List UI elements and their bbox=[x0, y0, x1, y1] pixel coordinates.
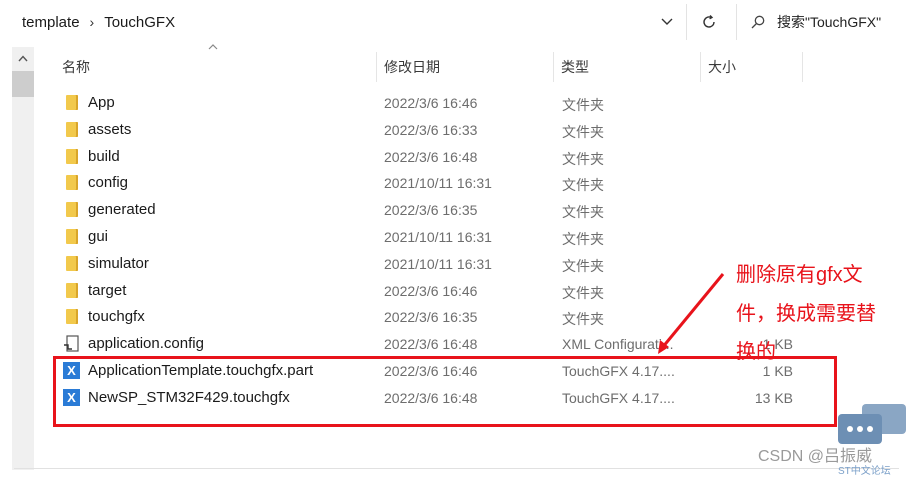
file-date: 2021/10/11 16:31 bbox=[384, 175, 492, 192]
file-type: 文件夹 bbox=[562, 177, 604, 194]
column-header-name[interactable]: 名称 bbox=[62, 52, 374, 82]
file-name: simulator bbox=[88, 254, 149, 272]
folder-icon bbox=[63, 201, 81, 219]
refresh-icon bbox=[702, 15, 715, 28]
file-name: assets bbox=[88, 120, 132, 138]
folder-icon bbox=[63, 121, 81, 139]
file-date: 2022/3/6 16:35 bbox=[384, 309, 478, 326]
folder-icon bbox=[63, 255, 81, 273]
column-header-size-label: 大小 bbox=[708, 59, 736, 75]
column-divider[interactable] bbox=[553, 52, 554, 82]
file-name: application.config bbox=[88, 335, 204, 353]
column-header-name-label: 名称 bbox=[62, 59, 90, 75]
search-placeholder: 搜索"TouchGFX" bbox=[777, 14, 882, 30]
file-type: 文件夹 bbox=[562, 150, 604, 167]
file-date: 2022/3/6 16:46 bbox=[384, 95, 478, 111]
watermark-sub-text: ST中文论坛 bbox=[838, 466, 891, 477]
folder-icon bbox=[63, 228, 81, 246]
breadcrumb-current[interactable]: TouchGFX bbox=[104, 14, 175, 31]
column-header-type-label: 类型 bbox=[561, 59, 589, 75]
scroll-thumb[interactable] bbox=[12, 71, 34, 97]
file-name: build bbox=[88, 147, 120, 165]
file-date: 2022/3/6 16:33 bbox=[384, 121, 478, 138]
file-name: target bbox=[88, 281, 127, 299]
file-name: touchgfx bbox=[88, 308, 145, 326]
refresh-button[interactable] bbox=[686, 4, 730, 40]
file-row[interactable]: assets 2022/3/6 16:33 文件夹 bbox=[58, 117, 838, 144]
file-name: gui bbox=[88, 228, 109, 245]
column-divider[interactable] bbox=[376, 52, 377, 82]
folder-icon bbox=[63, 174, 81, 192]
status-divider bbox=[14, 468, 899, 469]
file-type: 文件夹 bbox=[562, 123, 604, 140]
file-type: 文件夹 bbox=[562, 231, 604, 247]
file-row[interactable]: generated 2022/3/6 16:35 文件夹 bbox=[58, 197, 838, 224]
annotation-line-2: 件，换成需要替 bbox=[736, 303, 876, 325]
file-row[interactable]: build 2022/3/6 16:48 文件夹 bbox=[58, 144, 838, 171]
folder-icon bbox=[63, 308, 81, 326]
column-header-type[interactable]: 类型 bbox=[561, 52, 697, 82]
address-bar[interactable]: template › TouchGFX bbox=[12, 4, 649, 40]
file-date: 2022/3/6 16:35 bbox=[384, 202, 478, 219]
file-date: 2022/3/6 16:48 bbox=[384, 336, 478, 353]
file-row[interactable]: gui 2021/10/11 16:31 文件夹 bbox=[58, 224, 838, 251]
caret-up-icon bbox=[18, 54, 28, 61]
chevron-down-icon bbox=[661, 18, 673, 25]
annotation-line-3: 换的 bbox=[736, 341, 776, 363]
address-history-dropdown[interactable] bbox=[651, 4, 683, 40]
search-box[interactable]: 搜索"TouchGFX" bbox=[736, 4, 915, 40]
config-file-icon bbox=[63, 335, 81, 353]
file-name: App bbox=[88, 94, 115, 111]
file-date: 2022/3/6 16:46 bbox=[384, 282, 478, 299]
breadcrumb-parent[interactable]: template bbox=[22, 14, 80, 31]
file-date: 2021/10/11 16:31 bbox=[384, 255, 492, 272]
file-date: 2021/10/11 16:31 bbox=[384, 229, 492, 245]
column-divider[interactable] bbox=[802, 52, 803, 82]
folder-icon bbox=[63, 148, 81, 166]
column-header-date-label: 修改日期 bbox=[384, 59, 440, 75]
column-header-date[interactable]: 修改日期 bbox=[384, 52, 550, 82]
folder-icon bbox=[63, 282, 81, 300]
breadcrumb-chevron-icon: › bbox=[89, 14, 95, 30]
search-icon bbox=[751, 15, 765, 29]
annotation-arrow bbox=[658, 273, 725, 354]
file-type: 文件夹 bbox=[562, 284, 604, 301]
folder-icon bbox=[63, 94, 81, 112]
annotation-line-1: 删除原有gfx文 bbox=[736, 264, 863, 286]
file-type: 文件夹 bbox=[562, 97, 604, 113]
file-type: 文件夹 bbox=[562, 311, 604, 328]
file-row[interactable]: config 2021/10/11 16:31 文件夹 bbox=[58, 170, 838, 197]
file-date: 2022/3/6 16:48 bbox=[384, 148, 478, 165]
column-header-size[interactable]: 大小 bbox=[708, 52, 800, 82]
column-divider[interactable] bbox=[700, 52, 701, 82]
file-row[interactable]: App 2022/3/6 16:46 文件夹 bbox=[58, 90, 838, 117]
scroll-up-button[interactable] bbox=[12, 47, 34, 69]
file-type: 文件夹 bbox=[562, 257, 604, 274]
file-type: 文件夹 bbox=[562, 204, 604, 221]
sort-ascending-icon bbox=[208, 44, 218, 50]
file-name: config bbox=[88, 174, 129, 192]
file-name: generated bbox=[88, 201, 156, 219]
vertical-scrollbar[interactable] bbox=[12, 47, 34, 470]
